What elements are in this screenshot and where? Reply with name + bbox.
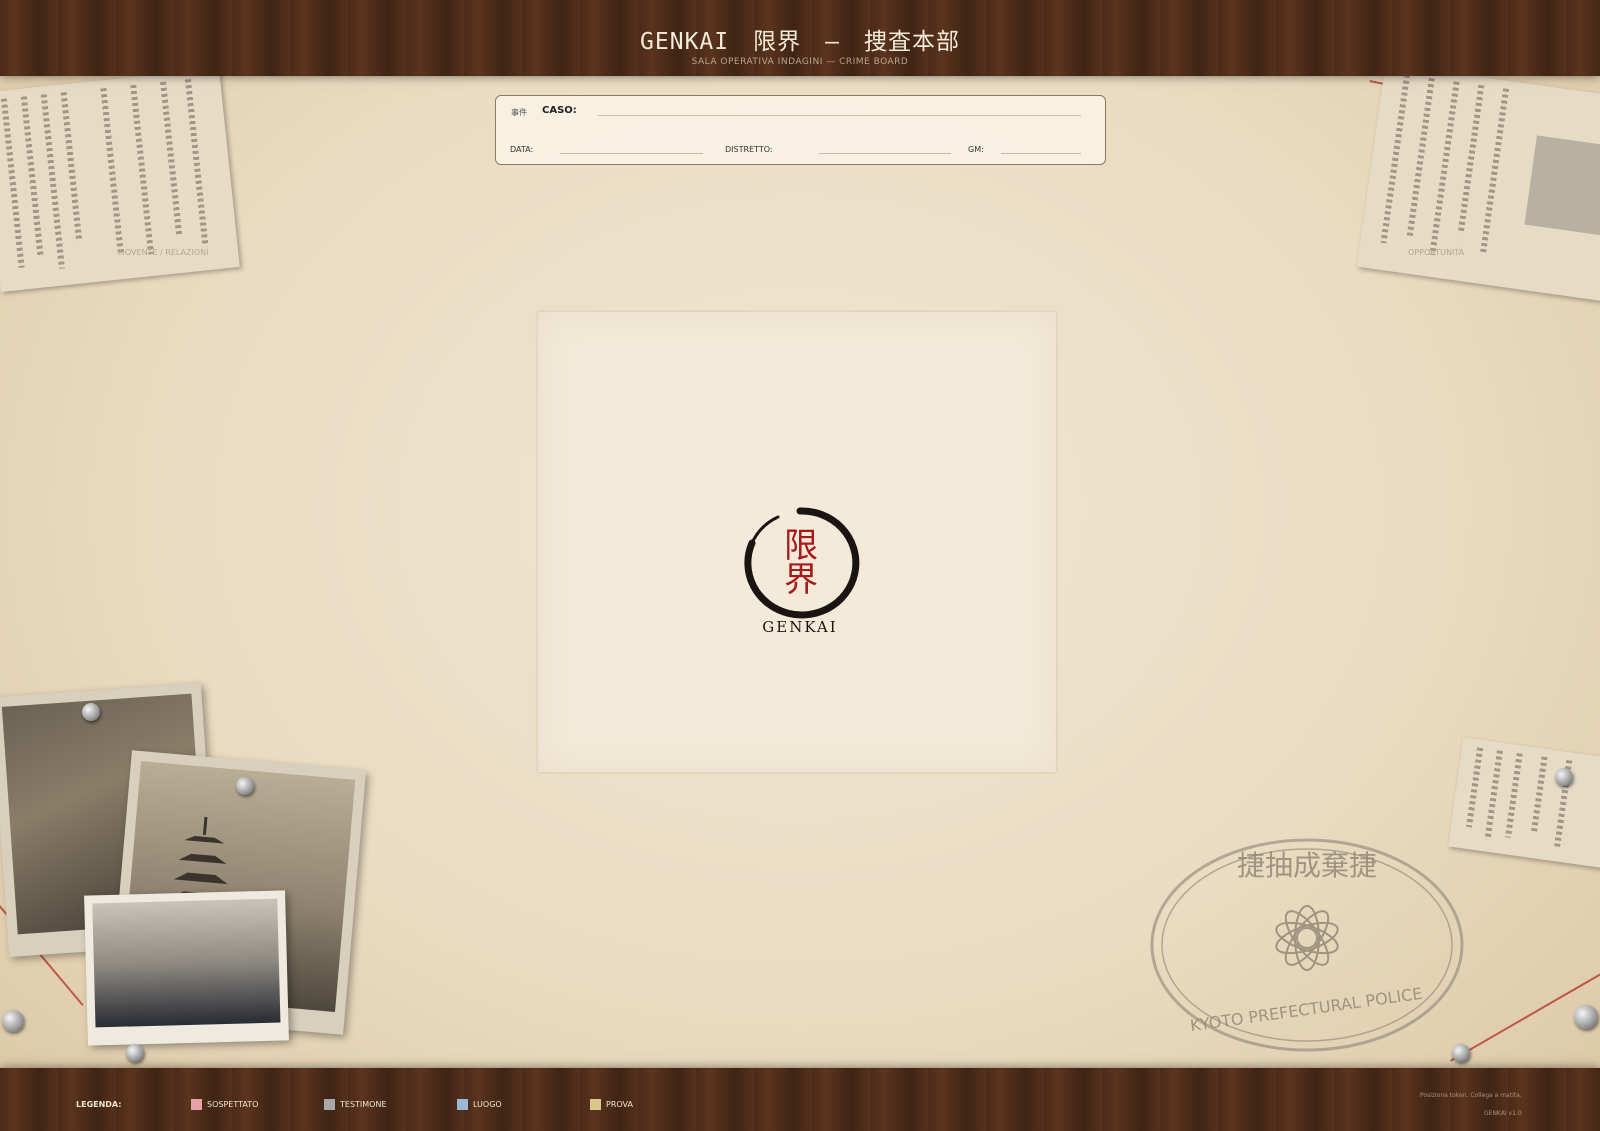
- pushpin: [2, 1010, 24, 1032]
- pushpin: [82, 703, 100, 721]
- footer-version: GENKAI v1.0: [1484, 1110, 1522, 1117]
- left-zone-label: MOVENTE / RELAZIONI: [118, 248, 209, 257]
- legend-title: LEGENDA:: [76, 1100, 122, 1109]
- pushpin: [1555, 768, 1573, 786]
- pushpin: [1452, 1044, 1470, 1062]
- district-label: DISTRETTO:: [725, 145, 773, 154]
- crime-board: MOVENTE / RELAZIONI OPPORTUNITÀ 捷抽成棄捷 KY…: [0, 0, 1600, 1131]
- case-info-form: 事件 CASO: DATA: DISTRETTO: GM:: [495, 95, 1106, 165]
- case-kanji-label: 事件: [511, 108, 527, 117]
- right-zone-label: OPPORTUNITÀ: [1408, 248, 1465, 257]
- case-name-field[interactable]: [598, 115, 1081, 116]
- pushpin: [1574, 1005, 1598, 1029]
- legend-swatch-witness: [324, 1099, 335, 1110]
- logo-kanji-bottom: 界: [784, 560, 818, 600]
- newspaper-clipping: [1356, 63, 1600, 302]
- gm-field[interactable]: [1001, 153, 1081, 154]
- legend-swatch-suspect: [191, 1099, 202, 1110]
- legend-item-location: LUOGO: [473, 1100, 502, 1109]
- legend-item-evidence: PROVA: [606, 1100, 633, 1109]
- newspaper-clipping: [0, 68, 240, 292]
- pushpin: [236, 777, 254, 795]
- newspaper-clipping: [1448, 737, 1600, 869]
- gm-label: GM:: [968, 145, 984, 154]
- genkai-logo: 限 界 GENKAI: [744, 507, 860, 636]
- case-label: CASO:: [542, 105, 577, 116]
- logo-name: GENKAI: [762, 618, 837, 636]
- date-field[interactable]: [560, 153, 703, 154]
- legend-swatch-evidence: [590, 1099, 601, 1110]
- legend-item-witness: TESTIMONE: [340, 1100, 387, 1109]
- legend-item-suspect: SOSPETTATO: [207, 1100, 259, 1109]
- photo-team: [84, 890, 289, 1046]
- stamp-text: KYOTO PREFECTURAL POLICE: [1189, 984, 1424, 1035]
- police-stamp: 捷抽成棄捷 KYOTO PREFECTURAL POLICE: [1150, 838, 1464, 1052]
- legend-swatch-location: [457, 1099, 468, 1110]
- stamp-kanji: 捷抽成棄捷: [1237, 849, 1377, 882]
- page-subtitle: SALA OPERATIVA INDAGINI — CRIME BOARD: [691, 57, 909, 67]
- pushpin: [126, 1044, 144, 1062]
- date-label: DATA:: [510, 145, 534, 154]
- page-title: GENKAI 限界 — 捜査本部: [640, 29, 960, 55]
- footer-hint: Posiziona token. Collega a matita.: [1420, 1092, 1522, 1099]
- district-field[interactable]: [819, 153, 951, 154]
